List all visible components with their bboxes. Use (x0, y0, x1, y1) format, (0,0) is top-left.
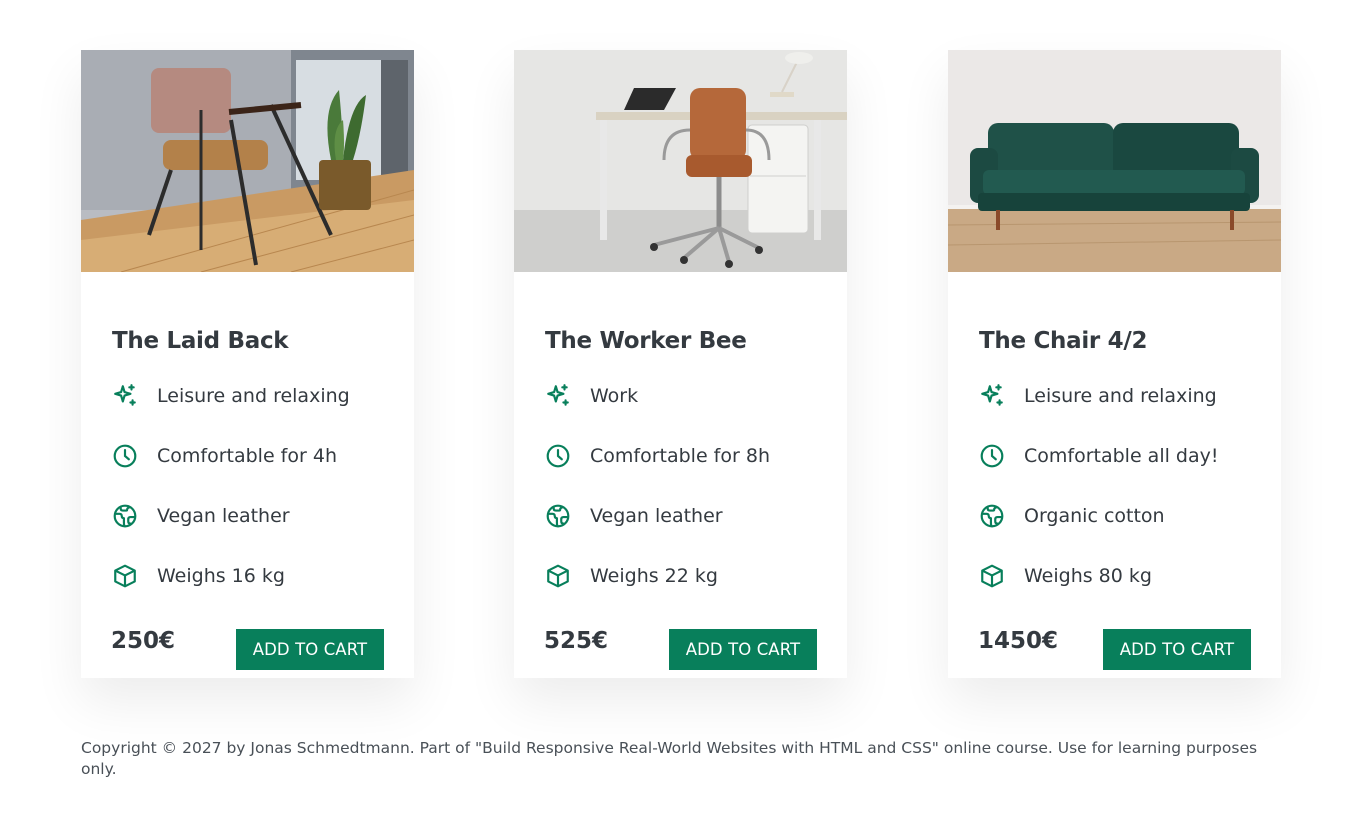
attribute-text: Vegan leather (157, 505, 290, 527)
globe-icon (112, 503, 138, 529)
attribute-item: Work (545, 366, 825, 426)
attribute-item: Leisure and relaxing (979, 366, 1259, 426)
cube-icon (112, 563, 138, 589)
globe-icon (545, 503, 571, 529)
product-image (948, 50, 1281, 272)
attribute-item: Comfortable for 8h (545, 426, 825, 486)
attribute-text: Work (590, 385, 639, 407)
add-to-cart-button[interactable]: ADD TO CART (1103, 629, 1251, 670)
attribute-item: Organic cotton (979, 486, 1259, 546)
footer-copyright: Copyright © 2027 by Jonas Schmedtmann. P… (81, 739, 1258, 778)
product-card: The Laid Back Leisure and relaxing Comfo… (81, 50, 414, 678)
add-to-cart-button[interactable]: ADD TO CART (669, 629, 817, 670)
attribute-text: Weighs 16 kg (157, 565, 285, 587)
attribute-item: Vegan leather (112, 486, 392, 546)
sofa-photo (948, 50, 1281, 272)
cube-icon (979, 563, 1005, 589)
clock-icon (112, 443, 138, 469)
product-price: 250€ (111, 628, 176, 654)
attribute-text: Weighs 22 kg (590, 565, 718, 587)
attribute-text: Leisure and relaxing (1024, 385, 1217, 407)
product-attributes: Leisure and relaxing Comfortable for 4h … (112, 366, 392, 606)
chair-photo-worker-bee (514, 50, 847, 272)
globe-icon (979, 503, 1005, 529)
attribute-text: Vegan leather (590, 505, 723, 527)
clock-icon (545, 443, 571, 469)
product-title: The Chair 4/2 (979, 328, 1148, 354)
attribute-item: Comfortable for 4h (112, 426, 392, 486)
product-price: 525€ (544, 628, 609, 654)
sparkles-icon (112, 383, 138, 409)
product-image (81, 50, 414, 272)
attribute-item: Comfortable all day! (979, 426, 1259, 486)
product-attributes: Leisure and relaxing Comfortable all day… (979, 366, 1259, 606)
cube-icon (545, 563, 571, 589)
page: The Laid Back Leisure and relaxing Comfo… (0, 0, 1360, 818)
product-title: The Laid Back (112, 328, 289, 354)
attribute-item: Leisure and relaxing (112, 366, 392, 426)
attribute-text: Leisure and relaxing (157, 385, 350, 407)
attribute-item: Vegan leather (545, 486, 825, 546)
attribute-text: Comfortable for 8h (590, 445, 770, 467)
attribute-text: Organic cotton (1024, 505, 1165, 527)
attribute-text: Comfortable for 4h (157, 445, 337, 467)
sparkles-icon (545, 383, 571, 409)
attribute-text: Weighs 80 kg (1024, 565, 1152, 587)
product-card: The Worker Bee Work Comfortable for 8h V… (514, 50, 847, 678)
product-price: 1450€ (978, 628, 1059, 654)
attribute-item: Weighs 16 kg (112, 546, 392, 606)
product-attributes: Work Comfortable for 8h Vegan leather We… (545, 366, 825, 606)
attribute-item: Weighs 80 kg (979, 546, 1259, 606)
chair-photo-laid-back (81, 50, 414, 272)
sparkles-icon (979, 383, 1005, 409)
product-card: The Chair 4/2 Leisure and relaxing Comfo… (948, 50, 1281, 678)
attribute-text: Comfortable all day! (1024, 445, 1219, 467)
attribute-item: Weighs 22 kg (545, 546, 825, 606)
product-title: The Worker Bee (545, 328, 747, 354)
product-image (514, 50, 847, 272)
add-to-cart-button[interactable]: ADD TO CART (236, 629, 384, 670)
product-grid: The Laid Back Leisure and relaxing Comfo… (81, 50, 1281, 678)
clock-icon (979, 443, 1005, 469)
